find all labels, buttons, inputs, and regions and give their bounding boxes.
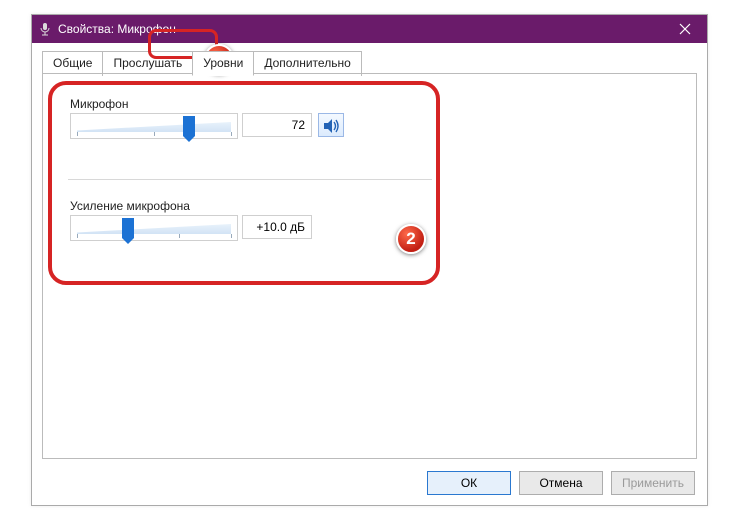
dialog-button-bar: ОК Отмена Применить xyxy=(427,471,695,495)
window-title: Свойства: Микрофон xyxy=(58,22,699,36)
mic-level-thumb[interactable] xyxy=(183,116,195,136)
mic-boost-slider[interactable] xyxy=(70,215,238,241)
dialog-window: Свойства: Микрофон Общие Прослушать Уров… xyxy=(31,14,708,506)
mic-boost-section: Усиление микрофона +10.0 дБ xyxy=(70,199,312,241)
mic-level-slider[interactable] xyxy=(70,113,238,139)
mic-boost-label: Усиление микрофона xyxy=(70,199,312,213)
cancel-button[interactable]: Отмена xyxy=(519,471,603,495)
speaker-icon xyxy=(323,117,341,135)
section-divider xyxy=(68,179,432,180)
mic-level-value[interactable]: 72 xyxy=(242,113,312,137)
close-icon xyxy=(679,23,691,35)
ok-button[interactable]: ОК xyxy=(427,471,511,495)
mic-boost-thumb[interactable] xyxy=(122,218,134,238)
client-area: Общие Прослушать Уровни Дополнительно Ми… xyxy=(32,43,707,505)
mic-boost-value[interactable]: +10.0 дБ xyxy=(242,215,312,239)
tab-levels[interactable]: Уровни xyxy=(192,51,254,76)
mic-level-section: Микрофон 72 xyxy=(70,97,344,139)
levels-group: Микрофон 72 xyxy=(54,87,434,279)
close-button[interactable] xyxy=(663,15,707,43)
mic-level-label: Микрофон xyxy=(70,97,344,111)
microphone-icon xyxy=(40,22,50,36)
titlebar[interactable]: Свойства: Микрофон xyxy=(32,15,707,43)
mute-button[interactable] xyxy=(318,113,344,137)
apply-button: Применить xyxy=(611,471,695,495)
